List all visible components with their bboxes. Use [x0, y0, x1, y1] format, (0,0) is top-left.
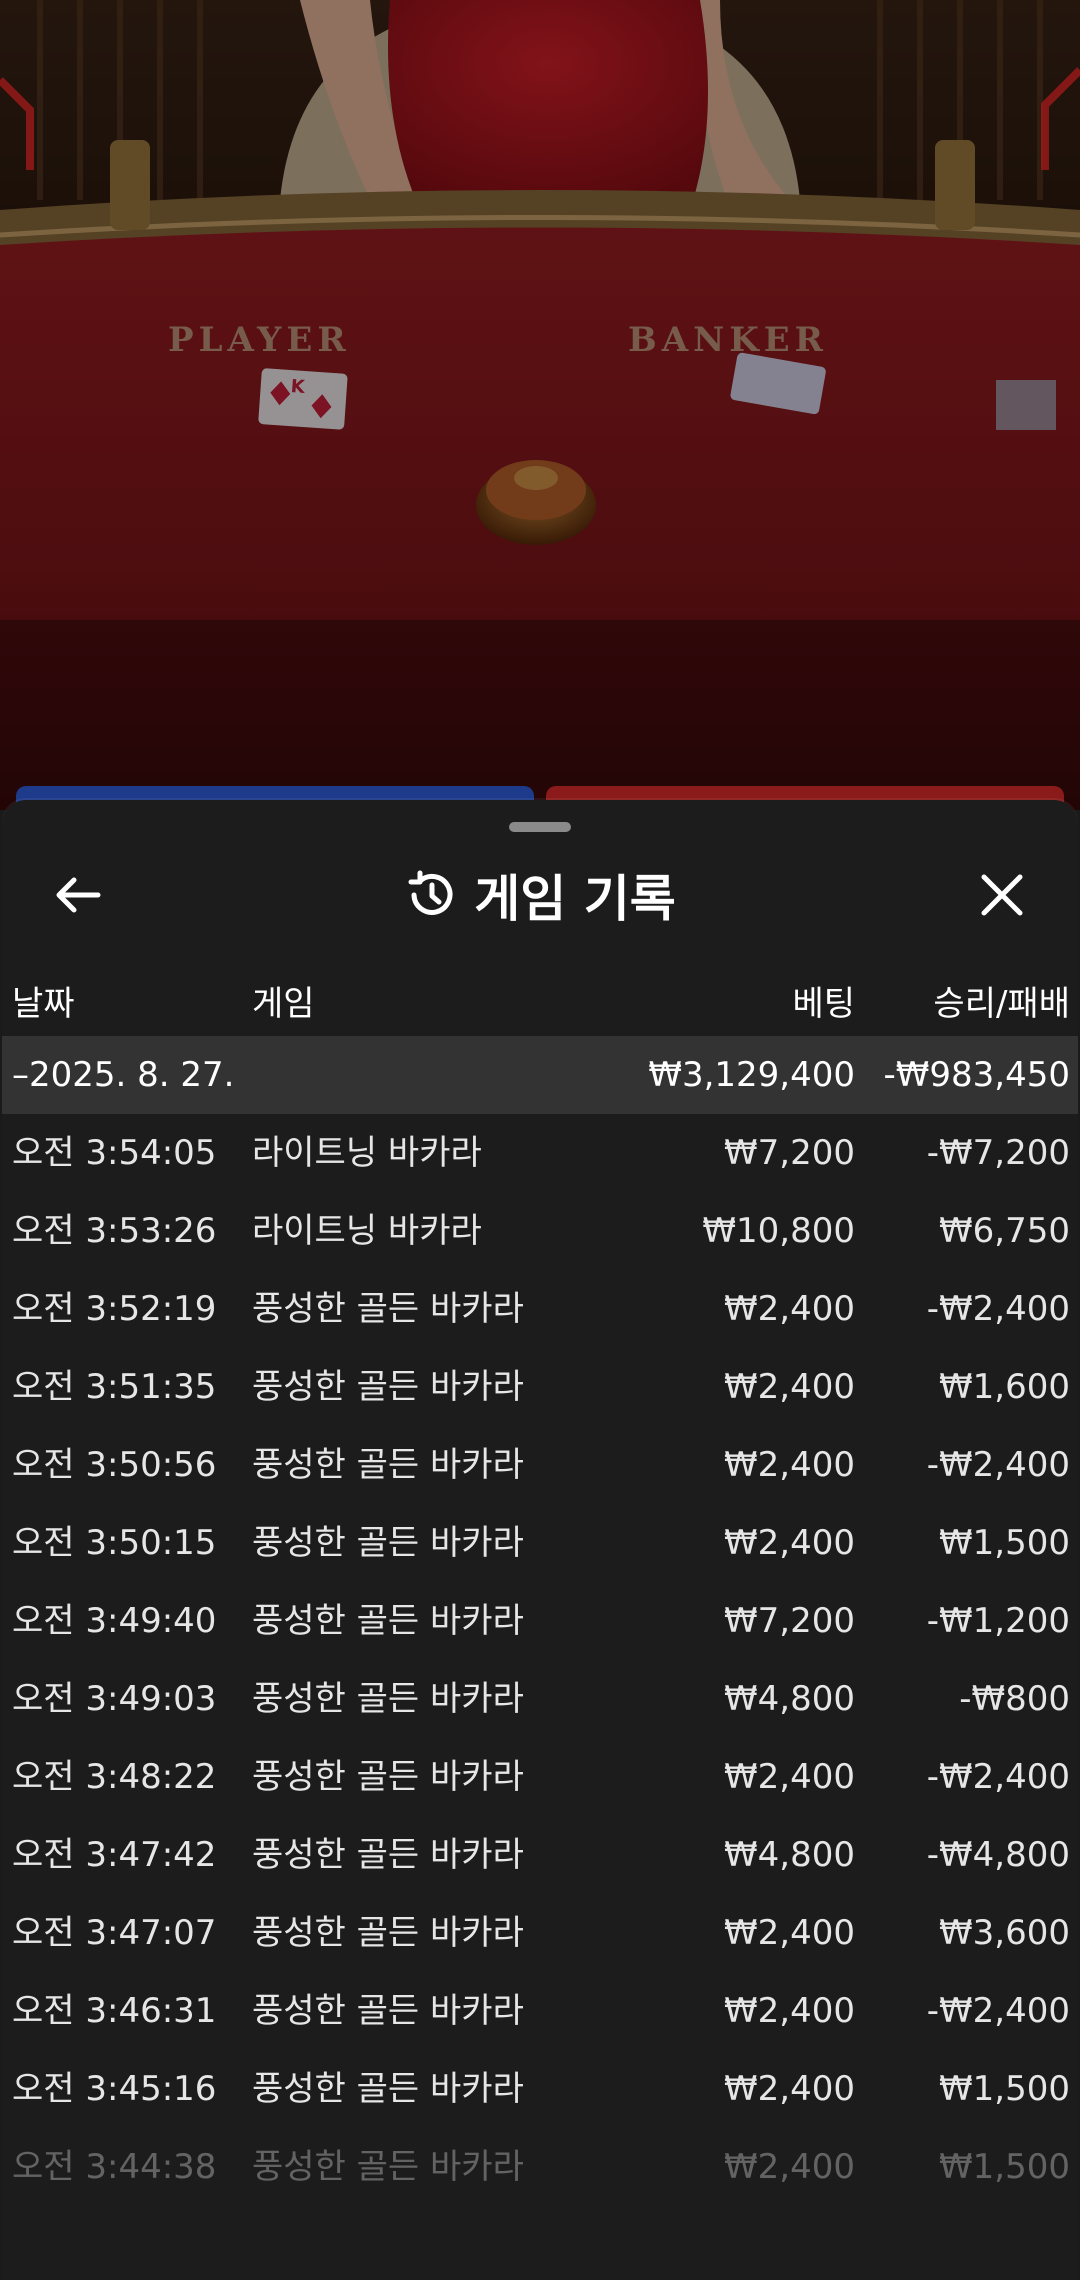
row-time: 오전 3:47:07 — [12, 1913, 217, 1953]
video-dim-overlay — [0, 0, 1080, 810]
row-result: ₩1,500 — [939, 1523, 1070, 1563]
row-result: -₩2,400 — [926, 1289, 1070, 1329]
table-row[interactable]: 오전 3:48:22 풍성한 골든 바카라 ₩2,400 -₩2,400 — [2, 1738, 1078, 1816]
row-bet: ₩2,400 — [724, 2147, 855, 2187]
row-result: ₩1,600 — [939, 1367, 1070, 1407]
row-time: 오전 3:52:19 — [12, 1289, 217, 1329]
row-time: 오전 3:46:31 — [12, 1991, 217, 2031]
row-time: 오전 3:47:42 — [12, 1835, 217, 1875]
row-result: ₩1,500 — [939, 2147, 1070, 2187]
row-time: 오전 3:51:35 — [12, 1367, 217, 1407]
table-row[interactable]: 오전 3:46:31 풍성한 골든 바카라 ₩2,400 -₩2,400 — [2, 1972, 1078, 2050]
row-bet: ₩10,800 — [702, 1211, 855, 1251]
row-bet: ₩7,200 — [724, 1133, 855, 1173]
close-icon — [981, 874, 1023, 916]
table-row[interactable]: 오전 3:50:56 풍성한 골든 바카라 ₩2,400 -₩2,400 — [2, 1426, 1078, 1504]
row-result: ₩3,600 — [939, 1913, 1070, 1953]
row-bet: ₩7,200 — [724, 1601, 855, 1641]
row-result: -₩800 — [959, 1679, 1070, 1719]
table-row[interactable]: 오전 3:52:19 풍성한 골든 바카라 ₩2,400 -₩2,400 — [2, 1270, 1078, 1348]
group-date: –2025. 8. 27. — [12, 1055, 235, 1095]
drag-handle[interactable] — [509, 822, 571, 832]
row-result: -₩2,400 — [926, 1991, 1070, 2031]
row-time: 오전 3:48:22 — [12, 1757, 217, 1797]
row-bet: ₩4,800 — [724, 1679, 855, 1719]
row-bet: ₩2,400 — [724, 1289, 855, 1329]
row-bet: ₩2,400 — [724, 1523, 855, 1563]
table-row[interactable]: 오전 3:44:38 풍성한 골든 바카라 ₩2,400 ₩1,500 — [2, 2128, 1078, 2206]
row-time: 오전 3:50:56 — [12, 1445, 217, 1485]
table-row[interactable]: 오전 3:47:07 풍성한 골든 바카라 ₩2,400 ₩3,600 — [2, 1894, 1078, 1972]
table-row[interactable]: 오전 3:51:35 풍성한 골든 바카라 ₩2,400 ₩1,600 — [2, 1348, 1078, 1426]
table-row[interactable]: 오전 3:45:16 풍성한 골든 바카라 ₩2,400 ₩1,500 — [2, 2050, 1078, 2128]
history-clock-icon — [408, 870, 453, 915]
table-row[interactable]: 오전 3:49:03 풍성한 골든 바카라 ₩4,800 -₩800 — [2, 1660, 1078, 1738]
row-time: 오전 3:44:38 — [12, 2147, 217, 2187]
row-result: -₩2,400 — [926, 1757, 1070, 1797]
row-result: -₩4,800 — [926, 1835, 1070, 1875]
sheet-header: 게임 기록 — [2, 855, 1078, 935]
table-row[interactable]: 오전 3:53:26 라이트닝 바카라 ₩10,800 ₩6,750 — [2, 1192, 1078, 1270]
row-time: 오전 3:53:26 — [12, 1211, 217, 1251]
table-row[interactable]: 오전 3:50:15 풍성한 골든 바카라 ₩2,400 ₩1,500 — [2, 1504, 1078, 1582]
row-result: ₩6,750 — [939, 1211, 1070, 1251]
row-time: 오전 3:45:16 — [12, 2069, 217, 2109]
row-result: ₩1,500 — [939, 2069, 1070, 2109]
row-result: -₩7,200 — [926, 1133, 1070, 1173]
header-win-loss: 승리/패배 — [933, 984, 1070, 1024]
game-history-sheet: 게임 기록 날짜 게임 베팅 승리/패배 –2025. 8. 27. ₩3,12… — [2, 800, 1078, 2280]
screen: K PLAYER BANKER 게임 기록 날짜 게임 베팅 승리/패배 –20… — [0, 0, 1080, 2280]
table-row[interactable]: 오전 3:47:42 풍성한 골든 바카라 ₩4,800 -₩4,800 — [2, 1816, 1078, 1894]
row-time: 오전 3:54:05 — [12, 1133, 217, 1173]
row-bet: ₩2,400 — [724, 1367, 855, 1407]
history-list[interactable]: 오전 3:54:05 라이트닝 바카라 ₩7,200 -₩7,200 오전 3:… — [2, 1114, 1078, 2206]
table-header: 날짜 게임 베팅 승리/패배 — [2, 965, 1078, 1035]
group-bet-total: ₩3,129,400 — [648, 1055, 855, 1095]
row-result: -₩2,400 — [926, 1445, 1070, 1485]
live-video[interactable]: K PLAYER BANKER — [0, 0, 1080, 810]
table-row[interactable]: 오전 3:54:05 라이트닝 바카라 ₩7,200 -₩7,200 — [2, 1114, 1078, 1192]
row-time: 오전 3:49:03 — [12, 1679, 217, 1719]
header-bet: 베팅 — [792, 984, 855, 1024]
row-bet: ₩4,800 — [724, 1835, 855, 1875]
page-title: 게임 기록 — [474, 870, 676, 928]
header-date: 날짜 — [12, 984, 75, 1024]
row-bet: ₩2,400 — [724, 1445, 855, 1485]
row-bet: ₩2,400 — [724, 1757, 855, 1797]
table-row[interactable]: 오전 3:49:40 풍성한 골든 바카라 ₩7,200 -₩1,200 — [2, 1582, 1078, 1660]
row-time: 오전 3:50:15 — [12, 1523, 217, 1563]
row-bet: ₩2,400 — [724, 1913, 855, 1953]
row-time: 오전 3:49:40 — [12, 1601, 217, 1641]
row-result: -₩1,200 — [926, 1601, 1070, 1641]
group-win-loss-total: -₩983,450 — [883, 1055, 1071, 1095]
row-bet: ₩2,400 — [724, 2069, 855, 2109]
close-button[interactable] — [962, 855, 1042, 935]
row-bet: ₩2,400 — [724, 1991, 855, 2031]
date-group-row[interactable]: –2025. 8. 27. ₩3,129,400 -₩983,450 — [2, 1036, 1078, 1114]
